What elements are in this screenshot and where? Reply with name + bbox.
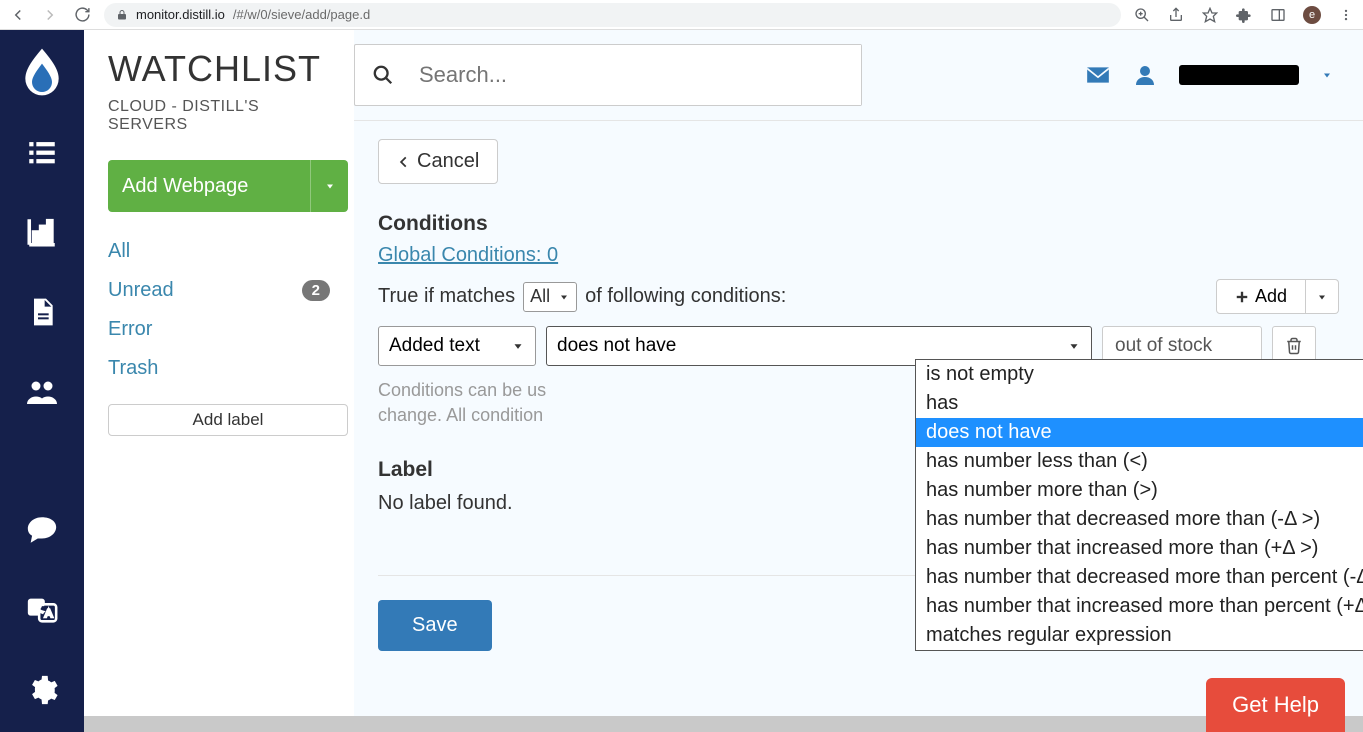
share-icon[interactable] [1167,6,1185,24]
cancel-label: Cancel [417,150,479,173]
operator-option[interactable]: is not empty [916,360,1363,389]
top-right-icons [1085,62,1353,88]
add-webpage-button-group: Add Webpage [108,160,348,212]
top-bar [354,30,1363,121]
filter-error[interactable]: Error [108,310,330,349]
match-mode-value: All [530,286,550,307]
user-name-redacted [1179,65,1299,85]
gear-icon[interactable] [20,668,64,712]
hint-bottom: change. All condition [378,405,543,425]
forward-button[interactable] [40,5,60,25]
add-condition-dropdown[interactable] [1306,279,1339,314]
operator-option[interactable]: has number that decreased more than (-Δ … [916,505,1363,534]
match-prefix: True if matches [378,285,515,308]
url-bar[interactable]: monitor.distill.io /#/w/0/sieve/add/page.… [104,3,1121,27]
chrome-right-icons: e [1133,6,1355,24]
operator-option[interactable]: has number more than (>) [916,476,1363,505]
filter-unread[interactable]: Unread 2 [108,271,330,310]
app-root: 文A WATCHLIST CLOUD - DISTILL'S SERVERS A… [0,30,1363,732]
plus-icon [1235,290,1249,304]
chat-icon[interactable] [20,508,64,552]
users-icon[interactable] [20,370,64,414]
field-select[interactable]: Added text [378,326,536,366]
value-input-text: out of stock [1115,335,1212,357]
panel-icon[interactable] [1269,6,1287,24]
search-input[interactable] [411,45,861,105]
filter-label: All [108,240,130,263]
filter-list: All Unread 2 Error Trash [108,232,330,388]
get-help-button[interactable]: Get Help [1206,678,1345,732]
chart-icon[interactable] [20,210,64,254]
chevron-down-icon [511,339,525,353]
global-conditions-link[interactable]: Global Conditions: 0 [378,244,558,266]
operator-option[interactable]: has number that increased more than (+Δ … [916,534,1363,563]
chevron-down-icon [558,291,570,303]
footer-strip [84,716,1363,732]
user-menu-caret-icon[interactable] [1321,69,1333,81]
profile-avatar[interactable]: e [1303,6,1321,24]
chevron-left-icon [397,155,411,169]
reload-button[interactable] [72,5,92,25]
chevron-down-icon [1316,291,1328,303]
operator-select-value: does not have [557,335,676,357]
kebab-menu-icon[interactable] [1337,6,1355,24]
filter-label: Error [108,318,152,341]
left-rail: 文A [0,30,84,732]
main-area: Cancel Conditions Global Conditions: 0 T… [354,30,1363,732]
save-button[interactable]: Save [378,600,492,651]
svg-text:A: A [45,608,53,620]
star-icon[interactable] [1201,6,1219,24]
match-mode-select[interactable]: All [523,282,577,312]
operator-option[interactable]: has [916,389,1363,418]
extensions-icon[interactable] [1235,6,1253,24]
hint-left: Conditions can be us [378,380,546,400]
add-label-button[interactable]: Add label [108,404,348,436]
translate-icon[interactable]: 文A [20,588,64,632]
cancel-button[interactable]: Cancel [378,139,498,184]
add-condition-label: Add [1255,286,1287,307]
search-icon [355,45,411,105]
filter-label: Unread [108,279,174,302]
add-webpage-button[interactable]: Add Webpage [108,160,310,212]
page-title: WATCHLIST [108,48,330,90]
search-box[interactable] [354,44,862,106]
condition-match-row: True if matches All of following conditi… [378,279,1339,314]
lock-icon [116,9,128,21]
unread-badge: 2 [302,280,330,301]
distill-logo-icon[interactable] [20,50,64,94]
add-condition-button[interactable]: Add [1216,279,1306,314]
operator-option[interactable]: has number less than (<) [916,447,1363,476]
operator-dropdown-list[interactable]: is not emptyhasdoes not havehas number l… [915,359,1363,651]
operator-option[interactable]: has number that decreased more than perc… [916,563,1363,592]
mail-icon[interactable] [1085,62,1111,88]
operator-option[interactable]: matches regular expression [916,621,1363,650]
zoom-icon[interactable] [1133,6,1151,24]
match-suffix: of following conditions: [585,285,786,308]
add-condition-group: Add [1216,279,1339,314]
url-path: /#/w/0/sieve/add/page.d [233,7,370,22]
page-subtitle: CLOUD - DISTILL'S SERVERS [108,98,330,134]
svg-text:文: 文 [32,600,43,614]
field-select-value: Added text [389,335,480,357]
operator-option[interactable]: does not have [916,418,1363,447]
sidebar: WATCHLIST CLOUD - DISTILL'S SERVERS Add … [84,30,354,732]
conditions-heading: Conditions [378,212,1339,236]
file-icon[interactable] [20,290,64,334]
filter-trash[interactable]: Trash [108,349,330,388]
filter-label: Trash [108,357,158,380]
browser-chrome: monitor.distill.io /#/w/0/sieve/add/page.… [0,0,1363,30]
back-button[interactable] [8,5,28,25]
filter-all[interactable]: All [108,232,330,271]
chevron-down-icon [1067,339,1081,353]
url-domain: monitor.distill.io [136,7,225,22]
user-icon[interactable] [1133,63,1157,87]
trash-icon [1285,337,1303,355]
add-webpage-dropdown[interactable] [310,160,348,212]
operator-option[interactable]: has number that increased more than perc… [916,592,1363,621]
list-icon[interactable] [20,130,64,174]
